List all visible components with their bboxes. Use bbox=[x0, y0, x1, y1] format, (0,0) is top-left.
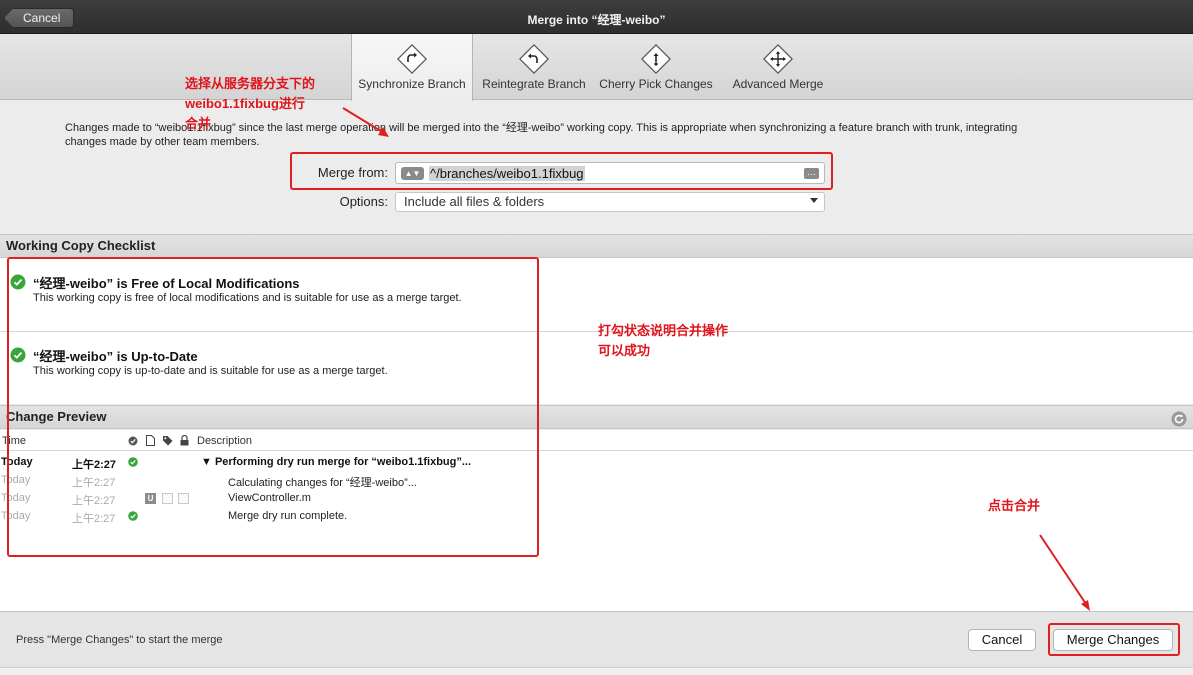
arrow-to-merge-from bbox=[342, 107, 389, 137]
arrow-to-merge-button bbox=[1039, 534, 1090, 611]
annotation-arrows bbox=[342, 107, 1090, 611]
